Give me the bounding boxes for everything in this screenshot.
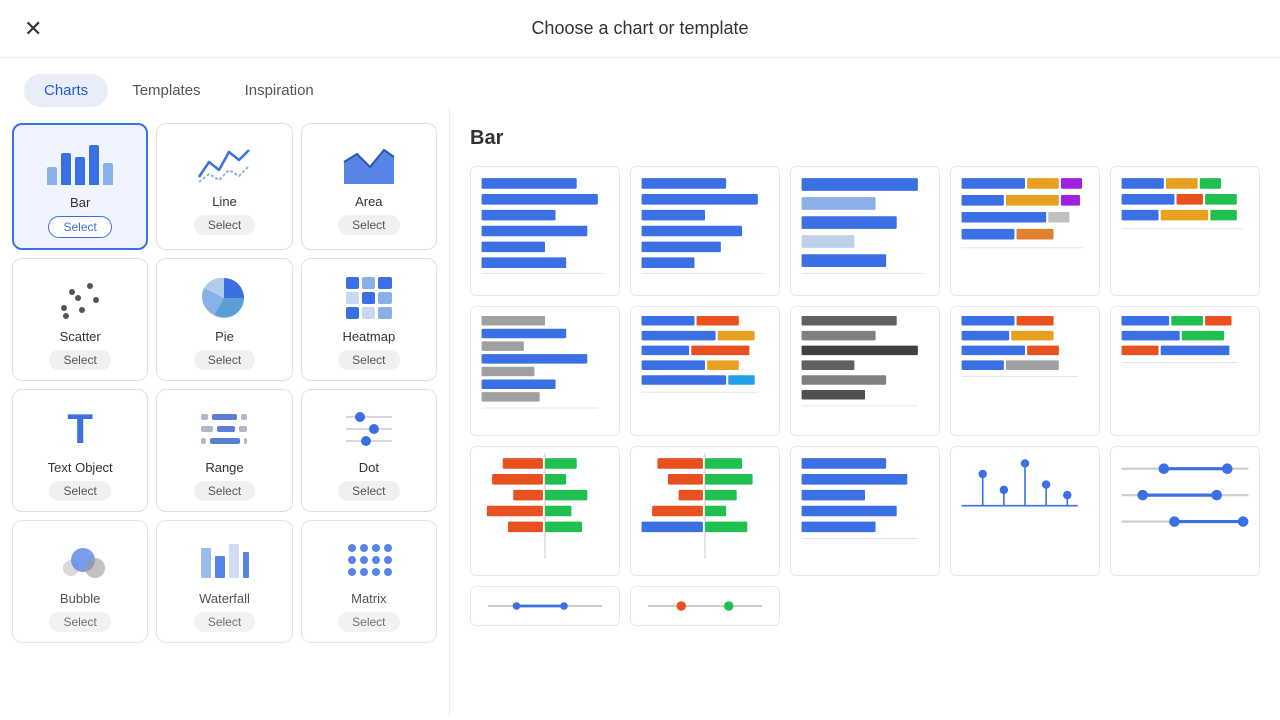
area-label: Area [355, 194, 382, 209]
line-label: Line [212, 194, 237, 209]
text-object-icon: T [50, 404, 110, 454]
chart-type-line[interactable]: Line Select [156, 123, 292, 250]
scatter-chart-icon [50, 273, 110, 323]
dot-select-button[interactable]: Select [338, 481, 399, 501]
preview-chart-2[interactable] [630, 166, 780, 296]
waterfall-chart-icon [194, 535, 254, 585]
waterfall-label: Waterfall [199, 591, 250, 606]
chart-type-matrix[interactable]: Matrix Select [301, 520, 437, 643]
close-button[interactable]: ✕ [24, 16, 42, 42]
preview-chart-5[interactable] [1110, 166, 1260, 296]
preview-chart-7[interactable] [630, 306, 780, 436]
preview-chart-13[interactable] [790, 446, 940, 576]
scatter-label: Scatter [60, 329, 101, 344]
tab-inspiration[interactable]: Inspiration [225, 74, 334, 107]
tab-templates[interactable]: Templates [112, 74, 220, 107]
preview-chart-8[interactable] [790, 306, 940, 436]
preview-chart-16[interactable] [470, 586, 620, 626]
chart-type-dot[interactable]: Dot Select [301, 389, 437, 512]
chart-type-range[interactable]: Range Select [156, 389, 292, 512]
heatmap-chart-icon [339, 273, 399, 323]
matrix-chart-icon [339, 535, 399, 585]
preview-chart-10[interactable] [1110, 306, 1260, 436]
chart-type-heatmap[interactable]: Heatmap Select [301, 258, 437, 381]
preview-chart-17[interactable] [630, 586, 780, 626]
bubble-label: Bubble [60, 591, 100, 606]
chart-type-waterfall[interactable]: Waterfall Select [156, 520, 292, 643]
dot-chart-icon [339, 404, 399, 454]
header: ✕ Choose a chart or template [0, 0, 1280, 58]
bubble-select-button[interactable]: Select [49, 612, 110, 632]
pie-select-button[interactable]: Select [194, 350, 255, 370]
tab-bar: Charts Templates Inspiration [0, 58, 1280, 107]
chart-type-sidebar: Bar Select Line Select Area Se [0, 107, 450, 717]
chart-type-bubble[interactable]: Bubble Select [12, 520, 148, 643]
line-select-button[interactable]: Select [194, 215, 255, 235]
range-select-button[interactable]: Select [194, 481, 255, 501]
preview-chart-12[interactable] [630, 446, 780, 576]
bar-label: Bar [70, 195, 90, 210]
preview-panel: Bar [450, 107, 1280, 717]
tab-charts[interactable]: Charts [24, 74, 108, 107]
preview-chart-9[interactable] [950, 306, 1100, 436]
text-object-select-button[interactable]: Select [49, 481, 110, 501]
heatmap-select-button[interactable]: Select [338, 350, 399, 370]
chart-type-bar[interactable]: Bar Select [12, 123, 148, 250]
range-label: Range [205, 460, 243, 475]
area-select-button[interactable]: Select [338, 215, 399, 235]
waterfall-select-button[interactable]: Select [194, 612, 255, 632]
chart-type-area[interactable]: Area Select [301, 123, 437, 250]
dot-label: Dot [359, 460, 379, 475]
scatter-select-button[interactable]: Select [49, 350, 110, 370]
heatmap-label: Heatmap [342, 329, 395, 344]
pie-label: Pie [215, 329, 234, 344]
chart-type-scatter[interactable]: Scatter Select [12, 258, 148, 381]
chart-preview-grid [470, 166, 1260, 626]
preview-chart-1[interactable] [470, 166, 620, 296]
bubble-chart-icon [50, 535, 110, 585]
preview-chart-6[interactable] [470, 306, 620, 436]
preview-chart-14[interactable] [950, 446, 1100, 576]
line-chart-icon [194, 138, 254, 188]
bar-select-button[interactable]: Select [48, 216, 111, 238]
range-chart-icon [194, 404, 254, 454]
preview-chart-3[interactable] [790, 166, 940, 296]
dialog-title: Choose a chart or template [531, 18, 748, 39]
bar-chart-icon [50, 139, 110, 189]
preview-chart-4[interactable] [950, 166, 1100, 296]
preview-title: Bar [470, 127, 1260, 150]
main-content: Bar Select Line Select Area Se [0, 107, 1280, 717]
pie-chart-icon [194, 273, 254, 323]
matrix-select-button[interactable]: Select [338, 612, 399, 632]
preview-chart-15[interactable] [1110, 446, 1260, 576]
preview-chart-11[interactable] [470, 446, 620, 576]
text-object-label: Text Object [48, 460, 113, 475]
chart-type-text-object[interactable]: T Text Object Select [12, 389, 148, 512]
area-chart-icon [339, 138, 399, 188]
matrix-label: Matrix [351, 591, 386, 606]
chart-type-pie[interactable]: Pie Select [156, 258, 292, 381]
